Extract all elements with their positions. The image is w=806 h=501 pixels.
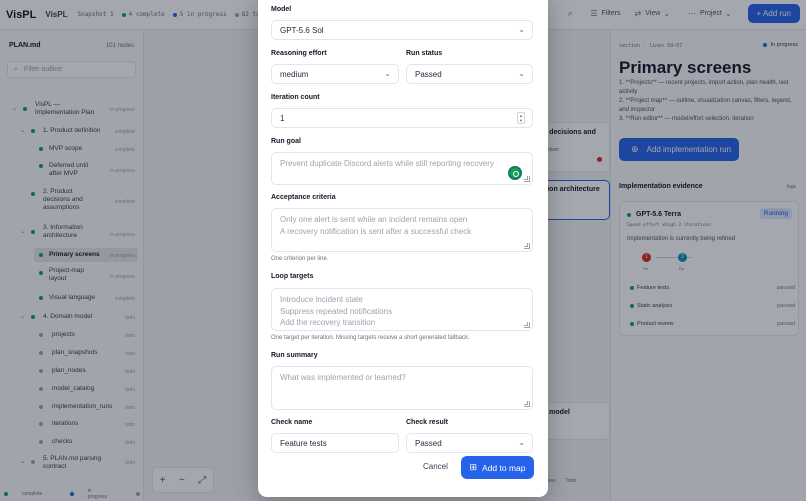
model-label: Model <box>271 6 292 13</box>
check-result-select[interactable]: Passed ⌄ <box>406 433 533 453</box>
targets-help: One target per iteration. Missing target… <box>271 335 470 341</box>
check-name-label: Check name <box>271 419 313 426</box>
resize-handle-icon[interactable] <box>524 322 530 328</box>
check-result-label: Check result <box>406 419 449 426</box>
cancel-button[interactable]: Cancel <box>423 462 448 471</box>
resize-handle-icon[interactable] <box>524 243 530 249</box>
acceptance-criteria-label: Acceptance criteria <box>271 194 336 201</box>
chevron-down-icon: ⌄ <box>518 69 525 78</box>
criteria-help: One criterion per line. <box>271 256 329 262</box>
run-goal-textarea[interactable]: Prevent duplicate Discord alerts while s… <box>271 152 533 185</box>
grammarly-icon[interactable] <box>508 166 522 180</box>
map-add-icon: ⊞ <box>469 462 478 472</box>
run-status-select[interactable]: Passed ⌄ <box>406 64 533 84</box>
reasoning-effort-label: Reasoning effort <box>271 50 327 57</box>
reasoning-effort-select[interactable]: medium ⌄ <box>271 64 399 84</box>
resize-handle-icon[interactable] <box>524 176 530 182</box>
loop-targets-label: Loop targets <box>271 273 314 280</box>
add-to-map-button[interactable]: ⊞ Add to map <box>461 456 534 479</box>
run-goal-label: Run goal <box>271 138 301 145</box>
run-summary-textarea[interactable]: What was implemented or learned? <box>271 366 533 410</box>
acceptance-criteria-textarea[interactable]: Only one alert is sent while an incident… <box>271 208 533 252</box>
run-status-label: Run status <box>406 50 443 57</box>
add-run-dialog: Model GPT-5.6 Sol ⌄ Reasoning effort med… <box>258 0 548 497</box>
iteration-count-label: Iteration count <box>271 94 320 101</box>
run-summary-label: Run summary <box>271 352 318 359</box>
chevron-down-icon: ⌄ <box>518 438 525 447</box>
stepper-icon[interactable]: ▲ ▼ <box>517 112 525 124</box>
chevron-down-icon: ⌄ <box>384 69 391 78</box>
chevron-down-icon: ⌄ <box>518 25 525 34</box>
check-name-input[interactable]: Feature tests <box>271 433 399 453</box>
model-select[interactable]: GPT-5.6 Sol ⌄ <box>271 20 533 40</box>
resize-handle-icon[interactable] <box>524 401 530 407</box>
iteration-count-input[interactable]: 1 ▲ ▼ <box>271 108 533 128</box>
loop-targets-textarea[interactable]: Introduce incident state Suppress repeat… <box>271 288 533 331</box>
